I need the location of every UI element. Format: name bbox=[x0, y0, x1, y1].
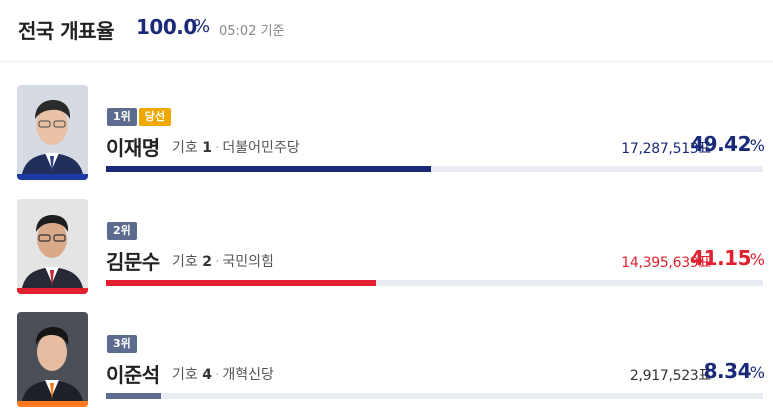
candidate-row-2[interactable]: 2위 김문수 기호 2 · 국민의힘 14,395,639표 41.15 % bbox=[0, 199, 773, 304]
vote-percent-sign-3: % bbox=[749, 363, 765, 382]
candidate-meta-2: 기호 2 · 국민의힘 bbox=[172, 251, 274, 271]
candidate-row-3[interactable]: 3위 이준석 기호 4 · 개혁신당 2,917,523표 8.34 % bbox=[0, 312, 773, 417]
update-time: 05:02 기준 bbox=[219, 24, 285, 39]
number-label-2: 기호 bbox=[172, 254, 198, 270]
vote-bar-fill-3 bbox=[106, 393, 161, 399]
candidate-name-2: 김문수 bbox=[106, 250, 160, 274]
vote-bar-track-1 bbox=[106, 166, 763, 172]
rank-badge-3: 3위 bbox=[107, 335, 137, 353]
vote-bar-fill-1 bbox=[106, 166, 431, 172]
candidate-name-3: 이준석 bbox=[106, 363, 160, 387]
candidate-row-1[interactable]: 1위 당선 이재명 기호 1 · 더불어민주당 17,287,513표 49.42 % bbox=[0, 85, 773, 190]
party-name-3: 개혁신당 bbox=[222, 367, 274, 383]
vote-bar-track-2 bbox=[106, 280, 763, 286]
rank-badge-2: 2위 bbox=[107, 222, 137, 240]
candidate-photo-3 bbox=[17, 312, 88, 407]
vote-percent-2: 41.15 bbox=[690, 246, 751, 270]
candidate-photo-2 bbox=[17, 199, 88, 294]
counting-rate-value: 100.0 bbox=[136, 15, 197, 39]
vote-percent-3: 8.34 bbox=[703, 359, 752, 383]
vote-percent-1: 49.42 bbox=[690, 132, 751, 156]
number-label-3: 기호 bbox=[172, 367, 198, 383]
counting-rate-percent-sign: % bbox=[193, 16, 211, 37]
candidate-number-1: 1 bbox=[202, 140, 212, 156]
counting-rate-title: 전국 개표율 bbox=[18, 19, 114, 43]
party-name-2: 국민의힘 bbox=[222, 254, 274, 270]
badges-1: 1위 당선 bbox=[107, 108, 173, 126]
vote-bar-fill-2 bbox=[106, 280, 377, 286]
candidate-meta-1: 기호 1 · 더불어민주당 bbox=[172, 137, 300, 157]
candidate-meta-3: 기호 4 · 개혁신당 bbox=[172, 364, 274, 384]
party-name-1: 더불어민주당 bbox=[222, 140, 300, 156]
badges-2: 2위 bbox=[107, 222, 139, 240]
candidate-number-2: 2 bbox=[202, 254, 212, 270]
number-label-1: 기호 bbox=[172, 140, 198, 156]
rank-badge-1: 1위 bbox=[107, 108, 137, 126]
turnout-header: 전국 개표율 100.0 % 05:02 기준 bbox=[0, 0, 773, 62]
vote-percent-sign-1: % bbox=[749, 136, 765, 155]
vote-count-3: 2,917,523표 bbox=[629, 368, 711, 384]
candidate-name-1: 이재명 bbox=[106, 136, 160, 160]
elected-badge: 당선 bbox=[138, 108, 172, 126]
badges-3: 3위 bbox=[107, 335, 139, 353]
separator-dot-icon: · bbox=[214, 254, 220, 270]
candidate-number-3: 4 bbox=[202, 367, 212, 383]
separator-dot-icon: · bbox=[214, 367, 220, 383]
separator-dot-icon: · bbox=[214, 140, 220, 156]
vote-percent-sign-2: % bbox=[749, 250, 765, 269]
candidate-photo-1 bbox=[17, 85, 88, 180]
vote-bar-track-3 bbox=[106, 393, 763, 399]
